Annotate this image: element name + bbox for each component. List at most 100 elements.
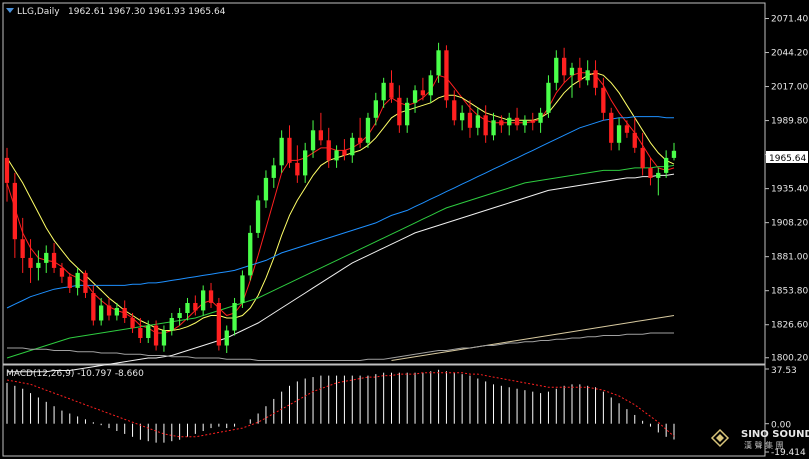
price-axis: 2071.402044.202017.001989.801962.601935.… [765,15,808,364]
candle [161,325,167,352]
candle-body [334,150,339,161]
candle [436,42,441,83]
candle [632,117,637,153]
candle-body [44,252,49,263]
candle-body [177,313,182,318]
candle [585,60,590,86]
candle [20,217,25,273]
candle-body [138,328,143,338]
logo-name-en: SINO SOUND [741,429,809,440]
candle [624,120,630,138]
candle-body [224,330,229,346]
candle-body [499,120,504,126]
candle [577,57,582,88]
candle [169,312,174,336]
candle-body [106,305,112,316]
candle-body [475,115,480,128]
candle-body [412,90,418,103]
macd-title: MACD(12,26,9) -10.797 -8.660 [6,369,144,379]
price-tick-label: 2017.00 [771,83,808,93]
candle [318,112,323,146]
candle [538,107,543,133]
candle-body [193,303,198,311]
candle [514,107,520,131]
candle [616,117,622,151]
candle-body [656,172,661,178]
symbol-arrow-icon[interactable] [6,8,14,13]
candle [303,142,308,183]
candle [295,145,300,183]
candle-body [310,130,316,151]
price-tick-label: 1826.60 [771,321,808,331]
candle-body [83,272,88,293]
candles [4,42,677,353]
candle [271,157,276,188]
candle-body [216,303,221,346]
candle-body [303,150,308,176]
price-tick-label: 1908.20 [771,219,808,229]
candle-body [577,67,582,81]
candle-body [263,177,269,201]
ma-line-ma_blue [6,116,674,309]
candle [232,297,237,336]
candle-body [185,303,190,313]
candle [51,242,57,273]
candle-body [436,50,441,76]
candle-body [318,130,323,141]
ohlc-readout: 1962.61 1967.30 1961.93 1965.64 [68,7,226,17]
candle [569,62,575,98]
candle-body [648,167,653,178]
candle-body [67,276,72,288]
candle-body [514,117,520,126]
price-tick-label: 1935.40 [771,185,808,195]
candle-body [75,272,80,288]
candle [240,270,245,308]
candle-body [609,112,614,143]
candle [263,170,269,208]
candle-body [342,150,347,156]
candle [593,60,598,96]
candle [475,107,480,136]
candle [153,320,159,351]
candle-body [4,157,10,183]
candle-body [444,50,449,101]
candle-body [20,239,25,258]
candle-body [365,117,371,143]
candle-body [632,132,637,148]
candle-body [36,262,41,268]
candle-body [483,115,488,136]
candle-body [59,267,65,277]
macd-indicator [6,369,675,443]
candle-body [130,318,135,328]
candle [75,267,80,296]
price-tick-label: 2044.20 [771,49,808,59]
candle-body [538,112,543,123]
chart-window: 2071.402044.202017.001989.801962.601935.… [0,0,809,459]
candle-body [664,157,669,173]
candle [530,112,535,131]
logo-name-cn: 漢 聲 集 團 [744,440,784,450]
candle-body [28,257,33,268]
candle [460,105,465,131]
candle-body [522,120,527,126]
macd-tick-label: 37.53 [771,366,797,376]
diamond-logo-inner-icon [716,434,724,442]
ma-line-ma_fast [6,72,675,334]
candle-body [287,137,292,163]
candle-body [381,82,386,101]
candle-body [255,200,261,233]
candle-body [279,137,284,166]
candle-body [452,100,457,121]
candle-body [562,57,567,76]
candle-body [295,162,300,176]
candle-body [122,308,127,318]
candle-body [271,165,276,178]
candle [208,282,214,308]
candle-body [208,290,214,303]
candle [405,97,410,133]
candle-body [640,147,645,168]
price-tick-label: 1800.20 [771,354,808,364]
candle-body [114,308,119,316]
candle-body [546,82,551,113]
candle-body [201,290,206,311]
